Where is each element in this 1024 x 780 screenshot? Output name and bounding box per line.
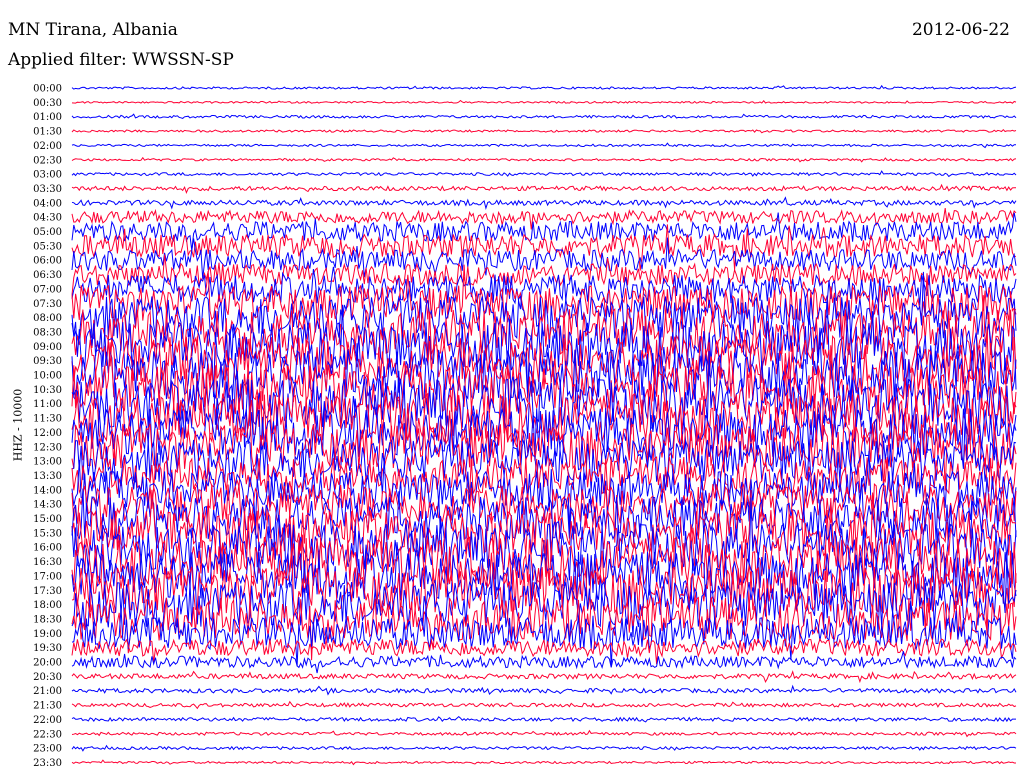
seismic-trace bbox=[71, 670, 1017, 684]
seismic-trace bbox=[71, 84, 1017, 90]
seismic-trace bbox=[71, 715, 1016, 723]
seismic-trace bbox=[71, 729, 1017, 738]
time-tick-label: 00:00 bbox=[33, 84, 62, 95]
time-tick-label: 07:00 bbox=[33, 284, 62, 295]
seismic-trace bbox=[71, 266, 1017, 310]
time-tick-label: 14:30 bbox=[33, 500, 62, 511]
seismic-trace bbox=[71, 183, 1017, 194]
time-tick-label: 05:00 bbox=[33, 227, 62, 238]
time-tick-label: 12:00 bbox=[33, 428, 62, 439]
time-tick-label: 22:30 bbox=[33, 729, 62, 740]
time-tick-label: 23:00 bbox=[33, 744, 62, 755]
time-tick-label: 19:30 bbox=[33, 643, 62, 654]
time-tick-label: 02:00 bbox=[33, 141, 62, 152]
time-tick-label: 23:30 bbox=[33, 758, 62, 769]
seismic-trace bbox=[71, 684, 1017, 696]
time-tick-label: 09:00 bbox=[33, 342, 62, 353]
time-tick-label: 13:00 bbox=[33, 457, 62, 468]
time-tick-label: 16:00 bbox=[33, 543, 62, 554]
time-tick-label: 01:30 bbox=[33, 127, 62, 138]
time-tick-label: 11:30 bbox=[33, 414, 62, 425]
time-tick-label: 15:00 bbox=[33, 514, 62, 525]
time-tick-label: 18:00 bbox=[33, 600, 62, 611]
seismic-trace bbox=[71, 237, 1017, 279]
time-tick-label: 05:30 bbox=[33, 241, 62, 252]
trace-group bbox=[71, 84, 1017, 766]
time-tick-label: 10:30 bbox=[33, 385, 62, 396]
time-tick-label: 10:00 bbox=[33, 371, 62, 382]
helicorder-plot: 00:00 00:30 01:00 01:30 02:00 02:30 03:00 03:30… bbox=[33, 84, 1017, 769]
time-tick-label: 08:00 bbox=[33, 313, 62, 324]
time-tick-label: 03:00 bbox=[33, 170, 62, 181]
seismic-trace bbox=[71, 212, 1017, 251]
time-tick-label: 19:00 bbox=[33, 629, 62, 640]
time-tick-label: 22:00 bbox=[33, 715, 62, 726]
seismic-trace bbox=[71, 700, 1017, 710]
seismic-trace bbox=[71, 196, 1017, 211]
time-tick-label: 17:00 bbox=[33, 571, 62, 582]
seismic-trace bbox=[71, 99, 1017, 104]
time-tick-label: 01:00 bbox=[33, 112, 62, 123]
time-tick-label: 00:30 bbox=[33, 98, 62, 109]
seismic-trace bbox=[71, 156, 1017, 163]
time-tick-label: 09:30 bbox=[33, 356, 62, 367]
seismic-trace bbox=[71, 651, 1017, 674]
time-tick-label: 20:30 bbox=[33, 672, 62, 683]
time-tick-label: 21:00 bbox=[33, 686, 62, 697]
seismic-trace bbox=[71, 759, 1016, 766]
time-tick-label: 03:30 bbox=[33, 184, 62, 195]
time-label-group: 00:00 00:30 01:00 01:30 02:00 02:30 03:00 03:30… bbox=[33, 84, 62, 769]
time-tick-label: 04:00 bbox=[33, 198, 62, 209]
seismic-trace bbox=[71, 113, 1017, 119]
time-tick-label: 08:30 bbox=[33, 327, 62, 338]
seismic-trace bbox=[71, 142, 1017, 149]
time-tick-label: 12:30 bbox=[33, 442, 62, 453]
time-tick-label: 21:30 bbox=[33, 701, 62, 712]
seismic-trace bbox=[71, 170, 1017, 178]
seismic-trace bbox=[71, 128, 1017, 134]
seismic-trace bbox=[71, 744, 1017, 752]
time-tick-label: 06:30 bbox=[33, 270, 62, 281]
time-tick-label: 02:30 bbox=[33, 155, 62, 166]
time-tick-label: 06:00 bbox=[33, 256, 62, 267]
time-tick-label: 04:30 bbox=[33, 213, 62, 224]
time-tick-label: 15:30 bbox=[33, 528, 62, 539]
time-tick-label: 20:00 bbox=[33, 658, 62, 669]
time-tick-label: 14:00 bbox=[33, 485, 62, 496]
time-tick-label: 16:30 bbox=[33, 557, 62, 568]
time-tick-label: 18:30 bbox=[33, 614, 62, 625]
time-tick-label: 11:00 bbox=[33, 399, 62, 410]
time-tick-label: 13:30 bbox=[33, 471, 62, 482]
time-tick-label: 07:30 bbox=[33, 299, 62, 310]
time-tick-label: 17:30 bbox=[33, 586, 62, 597]
